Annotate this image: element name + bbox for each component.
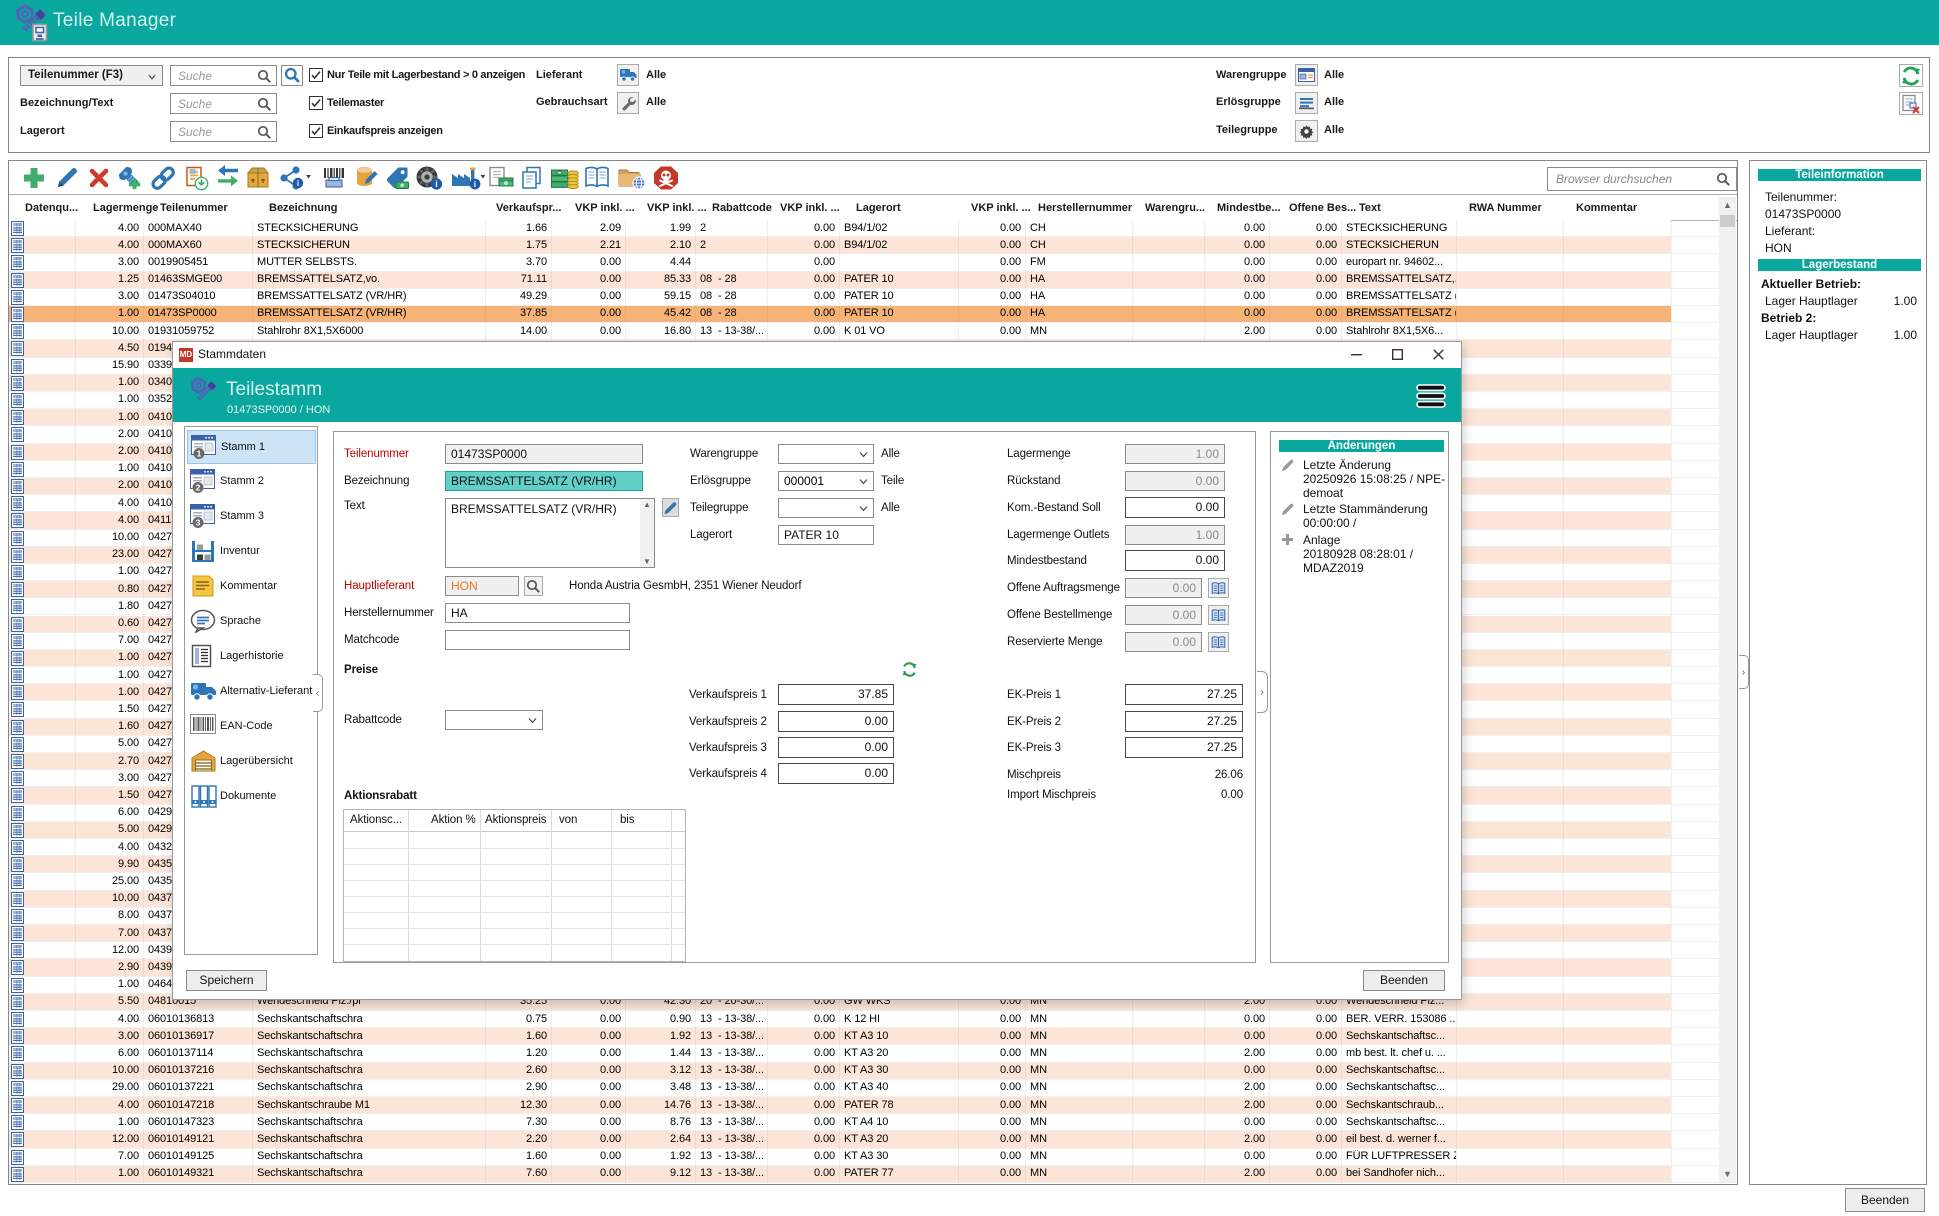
svg-text:i: i xyxy=(435,179,438,189)
svg-text:i: i xyxy=(297,179,299,188)
svg-text:3: 3 xyxy=(196,518,201,528)
svg-text:1: 1 xyxy=(197,449,202,459)
svg-text:i: i xyxy=(474,179,476,189)
svg-text:2: 2 xyxy=(196,483,201,493)
